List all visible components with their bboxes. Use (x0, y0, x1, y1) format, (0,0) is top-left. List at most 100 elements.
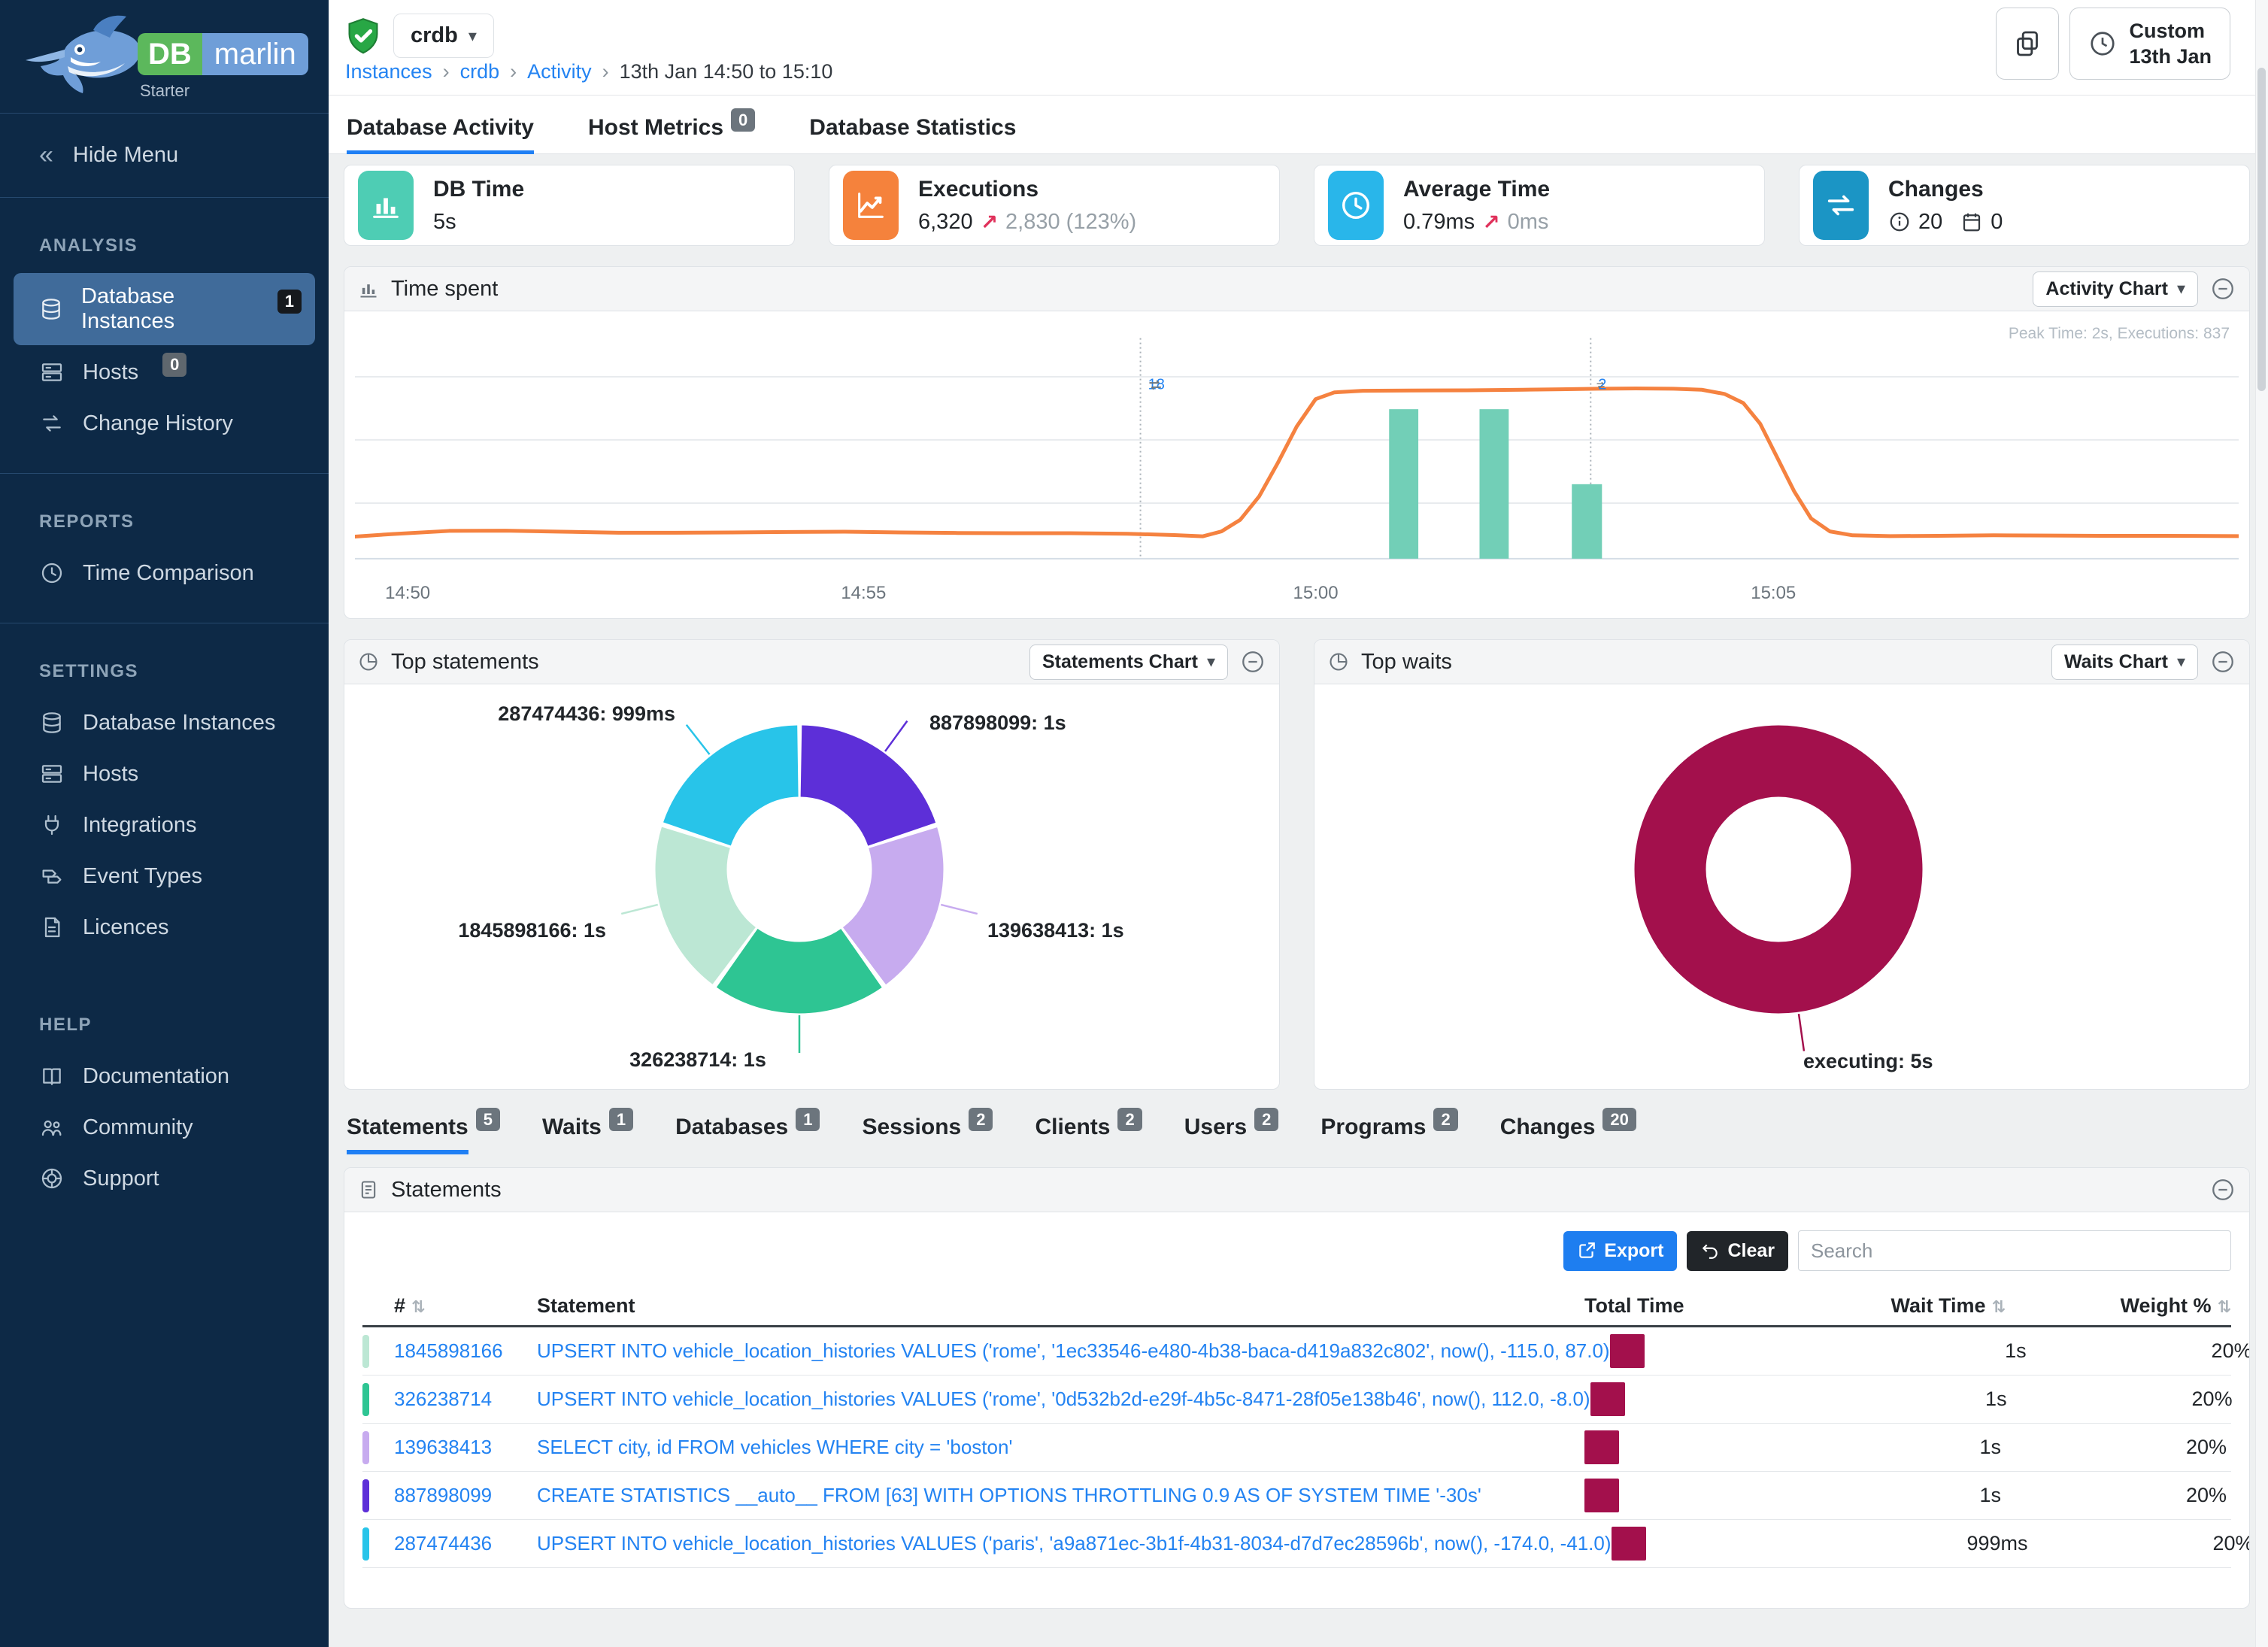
total-time-cell (1590, 1382, 1703, 1416)
waits-chart-label: Waits Chart (2064, 651, 2168, 673)
sidebar-item-change-history[interactable]: Change History (14, 399, 315, 447)
statement-sql-link[interactable]: SELECT city, id FROM vehicles WHERE city… (537, 1436, 1012, 1458)
tab-label: Database Statistics (809, 115, 1016, 150)
time-spent-chart[interactable]: Peak Time: 2s, Executions: 837 182 14:50… (344, 311, 2249, 618)
sidebar-item-support[interactable]: Support (14, 1154, 315, 1203)
sidebar-item-hosts[interactable]: Hosts0 (14, 348, 315, 396)
statement-sql-link[interactable]: UPSERT INTO vehicle_location_histories V… (537, 1339, 1610, 1362)
statement-sql-cell: UPSERT INTO vehicle_location_histories V… (537, 1532, 1612, 1555)
statement-sql-link[interactable]: UPSERT INTO vehicle_location_histories V… (537, 1388, 1590, 1410)
hide-menu-label: Hide Menu (73, 143, 178, 168)
activity-chart-selector[interactable]: Activity Chart ▾ (2033, 271, 2198, 307)
export-button[interactable]: Export (1563, 1231, 1677, 1271)
breadcrumb-item-crdb[interactable]: crdb (460, 60, 500, 83)
waits-chart-selector[interactable]: Waits Chart ▾ (2051, 645, 2198, 680)
statement-color-chip (362, 1527, 369, 1561)
sort-icon[interactable]: ⇅ (1992, 1297, 2006, 1316)
sidebar-item-label: Hosts (83, 360, 138, 385)
detail-tab-users[interactable]: Users2 (1184, 1115, 1279, 1152)
metric-card-body: Changes200 (1888, 177, 2003, 235)
top-statements-donut[interactable]: 887898099: 1s139638413: 1s326238714: 1s1… (344, 684, 1279, 1089)
brand-wordmark: DBmarlin (138, 33, 308, 75)
wait-time-cell: 1s (1697, 1436, 2006, 1459)
metric-card-executions: Executions6,320↗2,830 (123%) (829, 165, 1280, 246)
sidebar-section-reports: REPORTSTime Comparison (0, 473, 329, 623)
sidebar-item-licences[interactable]: Licences (14, 903, 315, 951)
total-time-cell (1612, 1527, 1724, 1561)
change-annotation[interactable]: 2 (1595, 376, 1606, 393)
statement-sql-link[interactable]: CREATE STATISTICS __auto__ FROM [63] WIT… (537, 1484, 1481, 1506)
search-input[interactable] (1798, 1230, 2231, 1271)
statement-id-link[interactable]: 887898099 (394, 1484, 492, 1506)
total-time-bar (1590, 1382, 1625, 1416)
detail-tab-changes[interactable]: Changes20 (1500, 1115, 1636, 1152)
top-waits-donut[interactable]: executing: 5s (1314, 684, 2249, 1089)
statement-sql-link[interactable]: UPSERT INTO vehicle_location_histories V… (537, 1532, 1612, 1554)
tab-label: Host Metrics (588, 115, 723, 150)
x-axis-tick: 14:55 (841, 583, 886, 604)
sidebar-item-community[interactable]: Community (14, 1103, 315, 1151)
total-time-cell (1610, 1334, 1723, 1368)
collapse-panel-icon[interactable] (2210, 649, 2236, 675)
detail-tab-waits[interactable]: Waits1 (542, 1115, 633, 1152)
sidebar-item-label: Database Instances (81, 284, 253, 334)
sidebar-item-time-comparison[interactable]: Time Comparison (14, 549, 315, 597)
chevron-down-icon: ▾ (2177, 652, 2185, 672)
tab-label: Clients (1035, 1115, 1110, 1150)
sidebar-item-event-types[interactable]: Event Types (14, 852, 315, 900)
statements-chart-selector[interactable]: Statements Chart ▾ (1029, 645, 1228, 680)
total-time-bar (1612, 1527, 1646, 1561)
export-icon (1577, 1241, 1596, 1260)
metric-card-delta: 0ms (1508, 210, 1549, 235)
statement-id-link[interactable]: 1845898166 (394, 1339, 503, 1362)
wait-time-cell: 1s (1723, 1339, 2031, 1363)
tab-label: Users (1184, 1115, 1247, 1150)
sidebar-section-title: SETTINGS (0, 645, 329, 696)
tab-label: Sessions (862, 1115, 961, 1150)
sidebar-item-database-instances[interactable]: Database Instances1 (14, 273, 315, 345)
health-shield-icon (344, 15, 383, 57)
instance-selector[interactable]: crdb ▾ (393, 14, 494, 58)
statement-id-link[interactable]: 326238714 (394, 1388, 492, 1410)
detail-tab-clients[interactable]: Clients2 (1035, 1115, 1142, 1152)
tab-label: Changes (1500, 1115, 1596, 1150)
chevron-double-left-icon: « (39, 141, 53, 170)
time-range-button[interactable]: Custom 13th Jan (2069, 8, 2230, 80)
copy-link-button[interactable] (1996, 8, 2059, 80)
sidebar-item-integrations[interactable]: Integrations (14, 801, 315, 849)
tab-count-badge: 2 (1254, 1108, 1278, 1131)
people-icon (39, 1115, 65, 1140)
dbmarlin-logo[interactable]: DBmarlin Starter (0, 0, 329, 113)
sidebar-item-database-instances[interactable]: Database Instances (14, 699, 315, 747)
detail-tab-statements[interactable]: Statements5 (347, 1115, 500, 1152)
sort-icon[interactable]: ⇅ (411, 1297, 425, 1316)
column-header-weight: Weight %⇅ (2006, 1294, 2231, 1318)
tab-host-metrics[interactable]: Host Metrics0 (588, 115, 755, 153)
tab-database-statistics[interactable]: Database Statistics (809, 115, 1016, 153)
detail-tabs: Statements5Waits1Databases1Sessions2Clie… (344, 1110, 2250, 1167)
breadcrumb-item-instances[interactable]: Instances (345, 60, 432, 83)
page-scrollbar[interactable] (2255, 0, 2268, 1647)
sidebar-item-hosts[interactable]: Hosts (14, 750, 315, 798)
tab-label: Programs (1320, 1115, 1426, 1150)
collapse-panel-icon[interactable] (2210, 276, 2236, 302)
breadcrumb-item-13th-jan-14-50-to-15-10: 13th Jan 14:50 to 15:10 (620, 60, 833, 83)
clear-button[interactable]: Clear (1687, 1231, 1788, 1271)
sidebar-item-documentation[interactable]: Documentation (14, 1052, 315, 1100)
statement-id-link[interactable]: 287474436 (394, 1532, 492, 1554)
collapse-panel-icon[interactable] (2210, 1177, 2236, 1203)
tab-database-activity[interactable]: Database Activity (347, 115, 534, 153)
detail-tab-databases[interactable]: Databases1 (675, 1115, 820, 1152)
doc-icon (39, 1063, 65, 1089)
wait-time-cell: 1s (1697, 1484, 2006, 1507)
detail-tab-sessions[interactable]: Sessions2 (862, 1115, 993, 1152)
sort-icon[interactable]: ⇅ (2218, 1297, 2231, 1316)
scrollbar-thumb[interactable] (2257, 68, 2266, 391)
change-annotation[interactable]: 18 (1145, 376, 1165, 393)
detail-tab-programs[interactable]: Programs2 (1320, 1115, 1457, 1152)
statement-id-link[interactable]: 139638413 (394, 1436, 492, 1458)
hide-menu-button[interactable]: « Hide Menu (0, 114, 329, 197)
breadcrumb-item-activity[interactable]: Activity (527, 60, 592, 83)
table-header-row: #⇅StatementTotal TimeWait Time⇅Weight %⇅ (362, 1286, 2231, 1327)
collapse-panel-icon[interactable] (1240, 649, 1266, 675)
